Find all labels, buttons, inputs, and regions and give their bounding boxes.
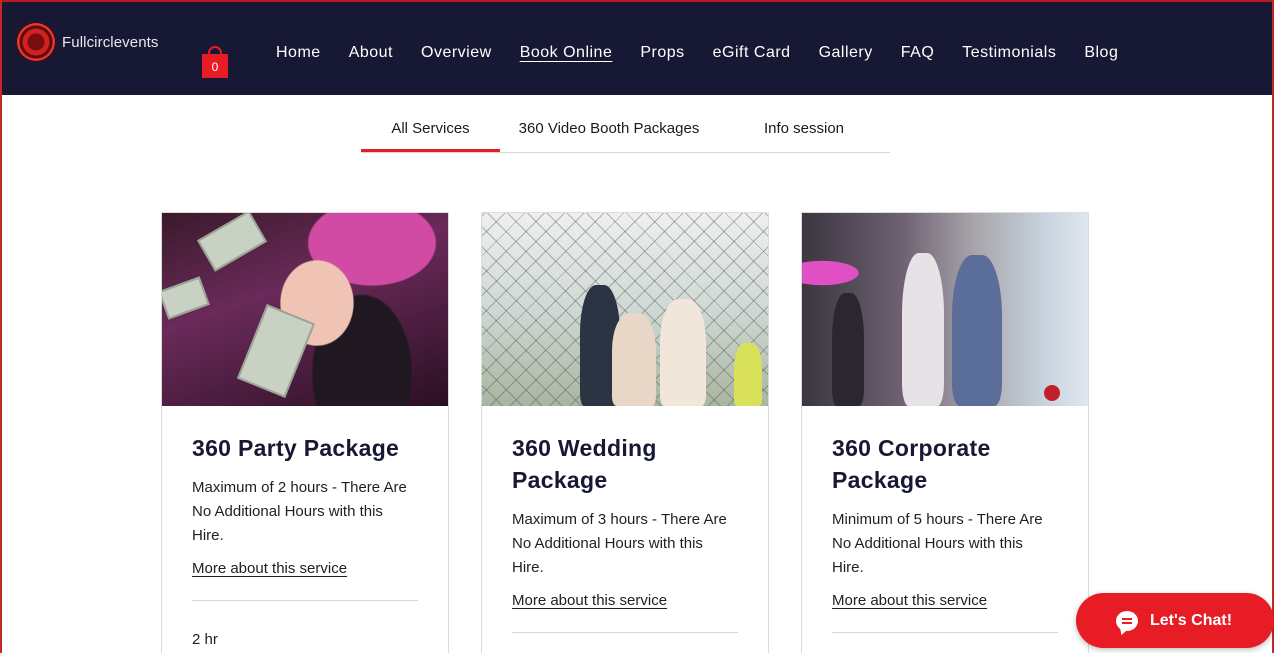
- site-header: Fullcirclevents 0 Home About Overview Bo…: [2, 0, 1272, 95]
- lets-chat-button[interactable]: Let's Chat!: [1076, 593, 1274, 648]
- service-card-wedding: 360 Wedding Package Maximum of 3 hours -…: [481, 212, 769, 653]
- more-about-service-link[interactable]: More about this service: [512, 592, 667, 609]
- money-bill-shape: [162, 276, 210, 320]
- chat-label: Let's Chat!: [1150, 611, 1233, 629]
- nav-item-overview[interactable]: Overview: [421, 44, 492, 62]
- nav-item-blog[interactable]: Blog: [1084, 44, 1118, 62]
- service-image-party[interactable]: [162, 213, 448, 406]
- nav-item-gallery[interactable]: Gallery: [819, 44, 873, 62]
- person-shape: [612, 313, 656, 406]
- nav-item-faq[interactable]: FAQ: [901, 44, 935, 62]
- nav-item-testimonials[interactable]: Testimonials: [962, 44, 1056, 62]
- divider: [512, 632, 738, 633]
- tab-info-session[interactable]: Info session: [718, 116, 890, 152]
- nav-item-book-online[interactable]: Book Online: [520, 44, 613, 62]
- main-nav: Home About Overview Book Online Props eG…: [276, 44, 1146, 62]
- service-card-corporate: 360 Corporate Package Minimum of 5 hours…: [801, 212, 1089, 653]
- service-duration: 2 hr: [192, 631, 218, 648]
- more-about-service-link[interactable]: More about this service: [832, 592, 987, 609]
- cart-count: 0: [202, 54, 228, 78]
- tab-all-services[interactable]: All Services: [361, 116, 500, 152]
- service-description: Maximum of 2 hours - There Are No Additi…: [192, 479, 407, 544]
- service-title[interactable]: 360 Party Package: [192, 432, 418, 464]
- person-shape: [660, 299, 706, 406]
- chat-bubble-icon: [1116, 610, 1138, 631]
- service-description: Maximum of 3 hours - There Are No Additi…: [512, 511, 727, 576]
- site-logo[interactable]: Fullcirclevents: [16, 22, 159, 62]
- more-about-service-link[interactable]: More about this service: [192, 560, 347, 577]
- person-shape: [734, 343, 762, 406]
- logo-mark-icon: [16, 22, 56, 62]
- nav-item-egift-card[interactable]: eGift Card: [713, 44, 791, 62]
- nav-item-props[interactable]: Props: [640, 44, 684, 62]
- service-title[interactable]: 360 Corporate Package: [832, 432, 1058, 496]
- person-shape: [952, 255, 1002, 406]
- service-category-tabs: All Services 360 Video Booth Packages In…: [361, 116, 890, 153]
- service-card-party: 360 Party Package Maximum of 2 hours - T…: [161, 212, 449, 653]
- service-title[interactable]: 360 Wedding Package: [512, 432, 738, 496]
- nav-item-about[interactable]: About: [349, 44, 393, 62]
- tab-360-video-booth-packages[interactable]: 360 Video Booth Packages: [500, 116, 718, 152]
- person-shape: [832, 293, 864, 406]
- divider: [192, 600, 418, 601]
- divider: [832, 632, 1058, 633]
- cart-button[interactable]: 0: [202, 46, 228, 78]
- service-image-corporate[interactable]: [802, 213, 1088, 406]
- person-shape: [902, 253, 944, 406]
- site-name: Fullcirclevents: [62, 33, 159, 51]
- service-description: Minimum of 5 hours - There Are No Additi…: [832, 511, 1043, 576]
- money-bill-shape: [236, 304, 316, 398]
- money-bill-shape: [197, 213, 267, 272]
- service-image-wedding[interactable]: [482, 213, 768, 406]
- nav-item-home[interactable]: Home: [276, 44, 321, 62]
- watermark-logo-icon: [1044, 385, 1060, 401]
